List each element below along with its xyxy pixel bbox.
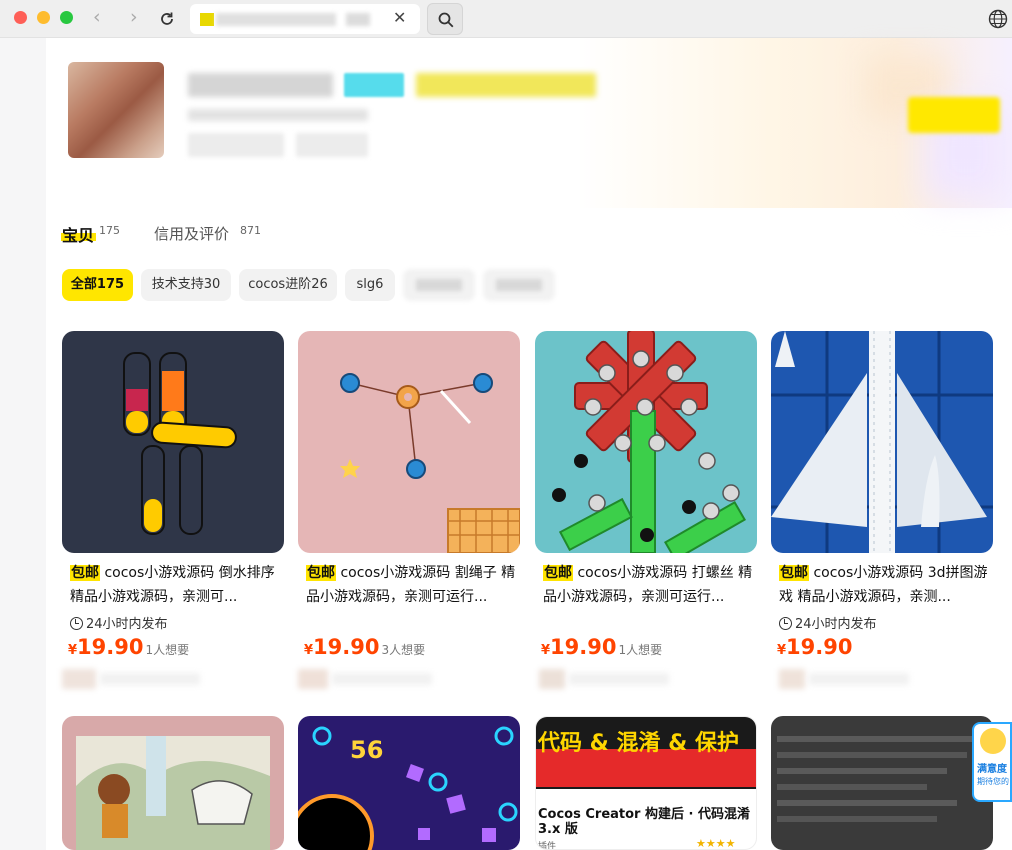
seller-blurred[interactable] <box>771 667 911 689</box>
banner-text: 代码 & 混淆 & 保护 <box>538 731 740 756</box>
minimize-window-button[interactable] <box>37 11 50 24</box>
tags-blurred <box>416 73 596 97</box>
product-title[interactable]: 包邮 cocos小游戏源码 割绳子 精品小游戏源码，亲测可运行... <box>306 561 516 609</box>
info-tag-blurred-1 <box>188 133 284 157</box>
browser-toolbar: ‹ › ✕ <box>0 0 1012 38</box>
game-level-text: 56 <box>350 736 384 764</box>
reload-icon[interactable] <box>158 10 176 28</box>
product-image[interactable] <box>771 331 993 553</box>
product-card[interactable] <box>62 716 284 850</box>
level-badge-blurred <box>344 73 404 97</box>
product-image[interactable] <box>62 331 284 553</box>
product-title[interactable]: 包邮 cocos小游戏源码 打螺丝 精品小游戏源码，亲测可运行... <box>543 561 753 609</box>
publish-tag: 24小时内发布 <box>70 613 168 632</box>
feedback-label: 满意度 <box>977 764 1007 775</box>
close-icon[interactable]: ✕ <box>393 8 406 27</box>
chevron-right-icon[interactable]: › <box>130 6 138 28</box>
plugin-type: 插件 <box>538 842 557 850</box>
filter-chip-slg[interactable]: slg6 <box>345 269 395 301</box>
product-image[interactable]: 56 <box>298 716 520 850</box>
product-image[interactable] <box>535 331 757 553</box>
product-image[interactable]: 代码 & 混淆 & 保护 Cocos Creator 构建后 · 代码混淆 3.… <box>535 716 757 850</box>
filter-chip-blurred-2[interactable] <box>483 269 555 301</box>
product-card[interactable]: 56 <box>298 716 520 850</box>
clock-icon <box>779 617 792 630</box>
product-card[interactable] <box>771 716 993 850</box>
filter-chip-blurred-1[interactable] <box>403 269 475 301</box>
product-title[interactable]: 包邮 cocos小游戏源码 倒水排序 精品小游戏源码，亲测可... <box>70 561 280 609</box>
info-tag-blurred-2 <box>296 133 368 157</box>
product-card[interactable]: 代码 & 混淆 & 保护 Cocos Creator 构建后 · 代码混淆 3.… <box>535 716 757 850</box>
tab-reviews[interactable]: 信用及评价 <box>154 223 229 244</box>
address-bar[interactable]: ✕ <box>190 4 420 34</box>
price: ¥19.90 1人想要 <box>68 635 190 659</box>
seller-blurred[interactable] <box>62 667 202 689</box>
smiley-icon <box>980 728 1006 754</box>
seller-blurred[interactable] <box>535 667 675 689</box>
search-button[interactable] <box>427 3 463 35</box>
clock-icon <box>70 617 83 630</box>
globe-icon[interactable] <box>988 9 1008 29</box>
avatar[interactable] <box>68 62 164 158</box>
price: ¥19.90 1人想要 <box>541 635 663 659</box>
stats-blurred <box>188 109 368 121</box>
tab-items-count: 175 <box>99 224 120 237</box>
product-image[interactable] <box>298 331 520 553</box>
price: ¥19.90 3人想要 <box>304 635 426 659</box>
zoom-window-button[interactable] <box>60 11 73 24</box>
favicon <box>200 13 214 26</box>
filter-chip-support[interactable]: 技术支持30 <box>141 269 231 301</box>
product-image[interactable] <box>771 716 993 850</box>
close-window-button[interactable] <box>14 11 27 24</box>
tab-title-blurred-2 <box>346 13 370 26</box>
plugin-title: Cocos Creator 构建后 · 代码混淆 3.x 版 <box>538 807 750 837</box>
product-title[interactable]: 包邮 cocos小游戏源码 3d拼图游戏 精品小游戏源码，亲测... <box>779 561 989 609</box>
tab-reviews-count: 871 <box>240 224 261 237</box>
filter-chip-all[interactable]: 全部175 <box>62 269 133 301</box>
shop-name-blurred <box>188 73 333 97</box>
publish-tag: 24小时内发布 <box>779 613 877 632</box>
tab-title-blurred <box>216 13 336 26</box>
feedback-widget[interactable]: 满意度 期待您的 <box>972 722 1012 802</box>
search-icon <box>438 12 454 28</box>
price: ¥19.90 <box>777 635 853 659</box>
seller-blurred[interactable] <box>298 667 438 689</box>
tab-items[interactable]: 宝贝 <box>61 222 96 246</box>
chevron-left-icon[interactable]: ‹ <box>93 6 101 28</box>
filter-chip-cocos[interactable]: cocos进阶26 <box>239 269 337 301</box>
left-margin <box>0 38 46 850</box>
follow-button[interactable] <box>908 97 1000 133</box>
rating-stars: ★★★★ <box>696 837 736 850</box>
product-image[interactable] <box>62 716 284 850</box>
feedback-sub: 期待您的 <box>977 777 1009 786</box>
shop-banner <box>46 38 1012 208</box>
